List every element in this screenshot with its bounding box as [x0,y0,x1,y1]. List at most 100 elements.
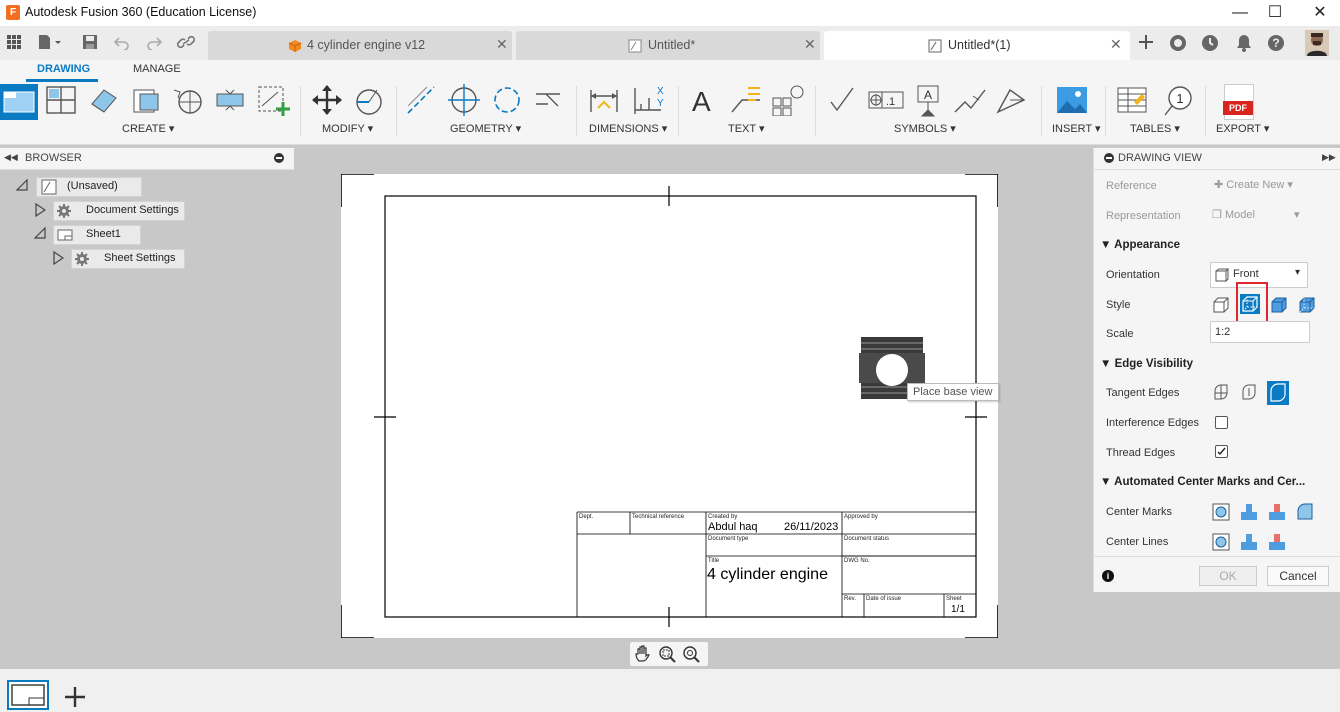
expand-panel-icon[interactable]: ▶▶ [1322,152,1336,163]
scale-input[interactable] [1210,321,1310,343]
browser-options-icon[interactable] [274,153,284,163]
maximize-button[interactable]: ☐ [1253,3,1297,23]
pan-hand-icon[interactable] [634,645,652,666]
new-tab-icon[interactable] [1136,34,1156,52]
visible-edges-style-icon[interactable] [1212,296,1230,314]
close-tab-icon[interactable]: ✕ [804,36,816,53]
datum-identifier-icon[interactable]: A [912,84,944,117]
reference-dropdown[interactable]: ✚ Create New ▾ [1214,178,1293,191]
thread-edges-checkbox[interactable] [1215,445,1228,458]
surface-texture-icon[interactable] [828,84,860,116]
shaded-style-icon[interactable] [1270,296,1288,314]
browser-item-sheet-settings[interactable]: Sheet Settings [71,249,185,269]
center-mark-icon[interactable] [448,84,480,116]
group-label-symbols[interactable]: SYMBOLS ▾ [894,122,956,135]
browser-item-document-settings[interactable]: Document Settings [53,201,185,221]
file-menu-icon[interactable] [36,34,64,52]
welding-symbol-icon[interactable] [953,84,986,116]
tab-4-cylinder-engine[interactable]: 4 cylinder engine v12 ✕ [208,31,512,60]
link-icon[interactable] [176,34,196,52]
group-label-modify[interactable]: MODIFY ▾ [322,122,373,135]
info-icon[interactable]: i [1102,570,1114,582]
group-label-text[interactable]: TEXT ▾ [728,122,765,135]
browser-item-sheet1[interactable]: Sheet1 [53,225,141,245]
extensions-icon[interactable] [1168,34,1188,52]
ordinate-dimension-icon[interactable]: XY [631,84,664,116]
expand-toggle-icon[interactable] [52,250,65,268]
group-label-dimensions[interactable]: DIMENSIONS ▾ [589,122,667,135]
browser-root-node[interactable]: (Unsaved) [36,177,142,197]
center-mark-cylinder-icon[interactable] [1240,503,1258,521]
expand-toggle-icon[interactable] [34,202,47,220]
interference-edges-checkbox[interactable] [1215,416,1228,429]
tab-manage[interactable]: MANAGE [133,63,181,75]
group-label-geometry[interactable]: GEOMETRY ▾ [450,122,521,135]
undo-icon[interactable] [112,34,132,52]
collapse-panel-icon[interactable] [1104,153,1114,163]
redo-icon[interactable] [144,34,164,52]
appearance-section[interactable]: ▼ Appearance [1100,239,1180,251]
tab-untitled[interactable]: Untitled* ✕ [516,31,820,60]
representation-dropdown[interactable]: ❒ Model ▾ [1212,208,1302,221]
center-line-cylinder-icon[interactable] [1240,533,1258,551]
edge-symbol-icon[interactable] [994,84,1026,116]
center-mark-pattern-icon[interactable] [491,84,523,116]
group-label-tables[interactable]: TABLES ▾ [1130,122,1180,135]
group-label-insert[interactable]: INSERT ▾ [1052,122,1101,135]
shaded-hidden-edges-style-icon[interactable] [1298,296,1316,314]
group-label-export[interactable]: EXPORT ▾ [1216,122,1269,135]
cancel-button[interactable]: Cancel [1267,566,1329,586]
close-tab-icon[interactable]: ✕ [496,36,508,53]
close-window-button[interactable]: ✕ [1298,3,1340,23]
leader-icon[interactable] [728,84,760,116]
centerline-icon[interactable] [405,84,437,116]
automated-center-marks-section[interactable]: ▼ Automated Center Marks and Cer... [1100,476,1305,488]
drawing-sheet[interactable]: Dept. Technical reference Created by Abd… [341,174,999,638]
sketch-view-icon[interactable] [214,84,246,116]
dimension-icon[interactable] [588,84,620,116]
tab-drawing[interactable]: DRAWING [37,63,90,75]
table-icon[interactable] [1116,84,1148,116]
user-avatar[interactable] [1305,30,1329,56]
center-mark-hole-icon[interactable] [1212,503,1230,521]
tangent-off-button[interactable] [1267,381,1289,405]
text-tool-icon[interactable]: A [692,86,711,118]
tab-untitled-1[interactable]: Untitled*(1) ✕ [824,31,1130,60]
tangent-full-length-icon[interactable] [1212,384,1230,402]
rotate-icon[interactable] [353,84,385,116]
insert-image-icon[interactable] [1056,84,1088,116]
grid-menu-icon[interactable] [4,34,24,52]
base-view-button[interactable] [0,84,38,120]
help-icon[interactable]: ? [1266,34,1286,52]
move-icon[interactable] [311,84,343,116]
tangent-shortened-icon[interactable] [1240,384,1258,402]
center-line-hole-icon[interactable] [1212,533,1230,551]
notifications-bell-icon[interactable] [1234,34,1254,52]
feature-control-frame-icon[interactable]: .1 [868,84,904,116]
save-icon[interactable] [80,34,100,52]
note-icon[interactable] [771,84,804,117]
projected-view-icon[interactable] [46,84,78,116]
add-sheet-icon[interactable] [64,686,86,711]
add-sheet-icon[interactable] [256,84,290,116]
center-mark-cut-icon[interactable] [1268,503,1286,521]
sheet-thumbnail[interactable] [7,680,49,710]
section-view-icon[interactable] [88,84,120,116]
ok-button[interactable]: OK [1199,566,1257,586]
job-status-icon[interactable] [1200,34,1220,52]
zoom-window-icon[interactable] [658,645,676,666]
edge-visibility-section[interactable]: ▼ Edge Visibility [1100,358,1193,370]
export-pdf-icon[interactable]: PDF [1223,84,1254,120]
center-mark-fillet-icon[interactable] [1296,503,1314,521]
edge-extension-icon[interactable] [534,84,566,116]
collapse-browser-icon[interactable]: ◀◀ [4,152,18,163]
group-label-create[interactable]: CREATE ▾ [122,122,174,135]
zoom-icon[interactable] [682,645,700,666]
expand-toggle-icon[interactable] [15,178,28,194]
break-view-icon[interactable] [172,84,204,116]
close-tab-icon[interactable]: ✕ [1110,36,1122,53]
balloon-icon[interactable]: 1 [1162,84,1194,118]
expand-toggle-icon[interactable] [33,226,46,242]
detail-view-icon[interactable] [130,84,162,116]
center-line-cut-icon[interactable] [1268,533,1286,551]
